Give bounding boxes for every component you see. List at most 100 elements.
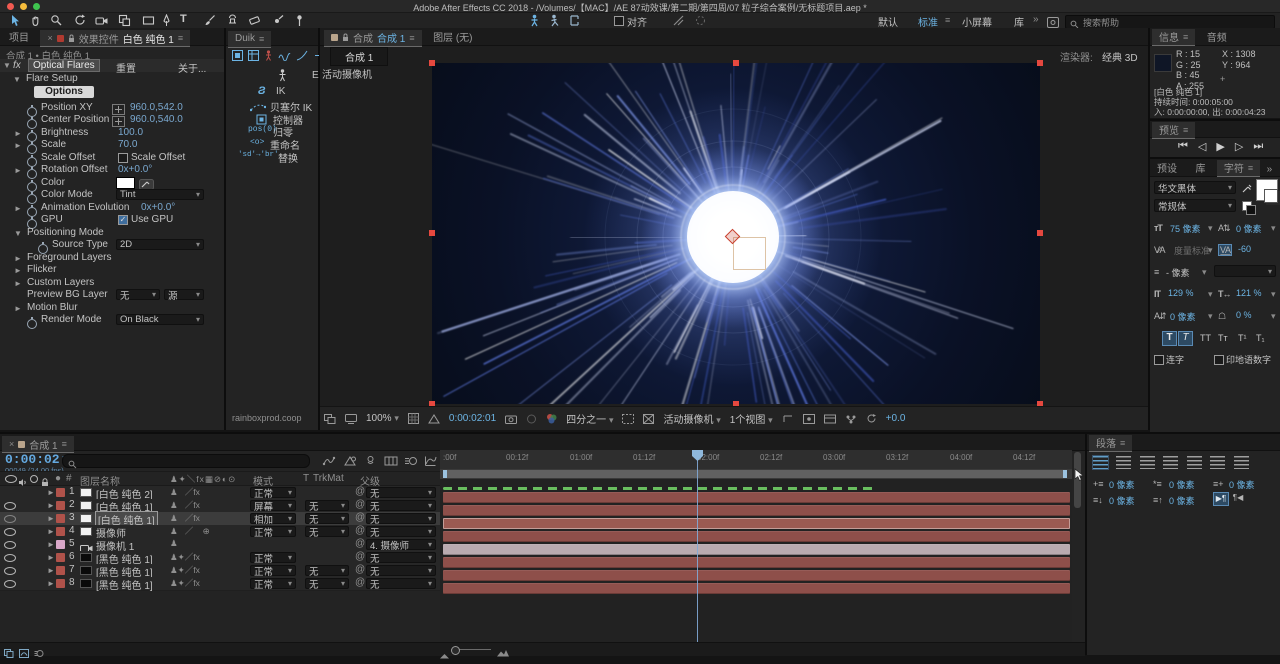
layer-selection-box[interactable] [733, 237, 766, 270]
panel-menu-icon[interactable]: ≡ [178, 33, 183, 43]
layer-switches[interactable]: ♟✦／fx [170, 564, 200, 576]
param-expander[interactable]: ► [14, 129, 22, 138]
param-value[interactable]: 70.0 [118, 139, 137, 150]
group-expander[interactable]: ► [14, 279, 22, 288]
parent-pickwhip-icon[interactable]: @ [355, 577, 365, 588]
all-caps-button[interactable]: TT [1200, 333, 1211, 343]
baseline-shift-value[interactable]: 0 像素 [1170, 310, 1196, 323]
preview-time[interactable]: 0:00:02:01 [449, 413, 496, 424]
plugin-expander[interactable]: ▼ [3, 61, 11, 70]
workspace-default[interactable]: 默认 [878, 14, 898, 29]
trkmat-dropdown[interactable]: 无▾ [305, 565, 349, 576]
last-frame-button[interactable]: ⏭ [1253, 140, 1264, 153]
panel-menu-icon[interactable]: ≡ [1183, 32, 1188, 42]
layer-label-chip[interactable] [56, 540, 65, 549]
comp-flowchart-icon[interactable] [845, 414, 857, 424]
tracking-value[interactable]: -60 [1238, 244, 1251, 254]
tab-project[interactable]: 项目 [2, 29, 36, 45]
panel-menu-icon[interactable]: ≡ [1183, 125, 1188, 135]
workspace-library[interactable]: 库 [1014, 14, 1024, 29]
space-after-value[interactable]: 0 像素 [1169, 494, 1195, 507]
next-frame-button[interactable]: ▷ [1235, 140, 1244, 153]
parent-dropdown[interactable]: 4. 摄像师▾ [366, 539, 436, 550]
color-swatch[interactable] [116, 177, 135, 189]
layer-switches[interactable]: ♟ ／ ⊕ [170, 525, 210, 537]
superscript-button[interactable]: T¹ [1238, 333, 1247, 343]
param-value[interactable]: 100.0 [118, 127, 143, 138]
group-expander[interactable]: ► [14, 266, 22, 275]
effect-name[interactable]: Optical Flares [28, 59, 100, 72]
layer-expander[interactable]: ► [47, 527, 55, 536]
effect-reset-button[interactable]: 重置 [116, 60, 136, 75]
tab-preview[interactable]: 预览≡ [1152, 122, 1195, 139]
hindi-digits-checkbox[interactable] [1214, 355, 1224, 365]
param-expander[interactable]: ► [14, 166, 22, 175]
space-before-value[interactable]: 0 像素 [1109, 494, 1135, 507]
panel-menu-icon[interactable]: ≡ [1248, 163, 1253, 173]
timeline-button-icon[interactable] [824, 414, 836, 424]
snap-align-checkbox[interactable] [614, 16, 624, 26]
kerning-caret[interactable]: ▾ [1208, 245, 1213, 256]
layer-expander[interactable]: ► [47, 579, 55, 588]
visibility-eye-icon[interactable] [4, 515, 16, 523]
layer-bar-7[interactable] [443, 570, 1070, 581]
duik-wave-icon[interactable] [278, 50, 291, 61]
tab-composition[interactable]: 合成 合成 1 ≡ [324, 30, 422, 47]
visibility-eye-icon[interactable] [4, 502, 16, 510]
shy-icon[interactable] [364, 454, 377, 472]
layer-expander[interactable]: ► [47, 488, 55, 497]
text-direction-ltr-button[interactable]: ▶¶ [1213, 492, 1229, 506]
tab-timeline-comp[interactable]: × 合成 1 ≡ [2, 436, 74, 453]
layer-bar-2[interactable] [443, 505, 1070, 516]
param-value[interactable]: 960.0,540.0 [130, 114, 183, 125]
workspace-standard[interactable]: 标准 [918, 14, 938, 29]
indent-right-value[interactable]: 0 像素 [1229, 478, 1255, 491]
view-dropdown[interactable]: 活动摄像机 ▾ [663, 411, 720, 426]
visibility-eye-icon[interactable] [4, 580, 16, 588]
vertical-scale-value[interactable]: 129 % [1168, 288, 1194, 298]
parent-dropdown[interactable]: 无▾ [366, 487, 436, 498]
reset-exposure-icon[interactable] [866, 413, 877, 424]
tab-audio[interactable]: 音频 [1200, 29, 1234, 45]
tab-close-icon[interactable]: × [9, 439, 14, 449]
flare-setup-expander[interactable]: ▼ [13, 75, 21, 84]
first-frame-button[interactable]: ⏮ [1178, 140, 1189, 153]
show-snapshot-icon[interactable] [526, 414, 537, 424]
layer-label-chip[interactable] [56, 527, 65, 536]
type-tool-icon[interactable]: T [180, 13, 187, 25]
duik-grid-icon[interactable] [248, 50, 259, 61]
panel-menu-icon[interactable]: ≡ [62, 439, 67, 449]
param-value[interactable]: 960.0,542.0 [130, 102, 183, 113]
justify-last-left-button[interactable] [1163, 456, 1178, 469]
blend-mode-dropdown[interactable]: 正常▾ [250, 578, 296, 589]
work-area-bar[interactable] [443, 470, 1067, 478]
vertical-scale-caret[interactable]: ▾ [1208, 289, 1213, 300]
work-area-track[interactable] [440, 469, 1072, 479]
fast-previews-icon[interactable] [803, 414, 815, 424]
frame-blend-icon[interactable] [384, 454, 398, 472]
baseline-shift-caret[interactable]: ▾ [1208, 311, 1213, 322]
tab-info[interactable]: 信息≡ [1152, 29, 1195, 46]
trkmat-dropdown[interactable]: 无▾ [305, 513, 349, 524]
viewer-subtab[interactable]: 合成 1 [330, 47, 388, 66]
frame-blend-toggle-icon[interactable] [19, 645, 29, 663]
draft-3d-icon[interactable] [343, 454, 357, 472]
motion-blur-toggle-icon[interactable] [34, 645, 44, 663]
duik-ik-button[interactable]: IK [276, 86, 285, 97]
layer-expander[interactable]: ► [47, 553, 55, 562]
layer-label-chip[interactable] [56, 488, 65, 497]
work-area-end-handle[interactable] [1063, 470, 1067, 478]
duik-curve-icon[interactable] [296, 50, 309, 61]
number-column-header[interactable]: # [66, 473, 72, 484]
layer-label-chip[interactable] [56, 553, 65, 562]
tab-layer[interactable]: 图层 (无) [426, 29, 479, 45]
t-column-header[interactable]: T [303, 473, 309, 484]
zoom-out-mountain-icon[interactable] [440, 646, 449, 664]
parent-pickwhip-icon[interactable]: @ [355, 525, 365, 536]
layer-switches[interactable]: ♟✦／fx [170, 577, 200, 589]
layer-bar-4[interactable] [443, 531, 1070, 542]
group-expander[interactable]: ► [14, 304, 22, 313]
layer-switches[interactable]: ♟ ／fx [170, 512, 200, 524]
justify-all-button[interactable] [1234, 456, 1249, 469]
snapshot-icon[interactable] [505, 414, 517, 424]
